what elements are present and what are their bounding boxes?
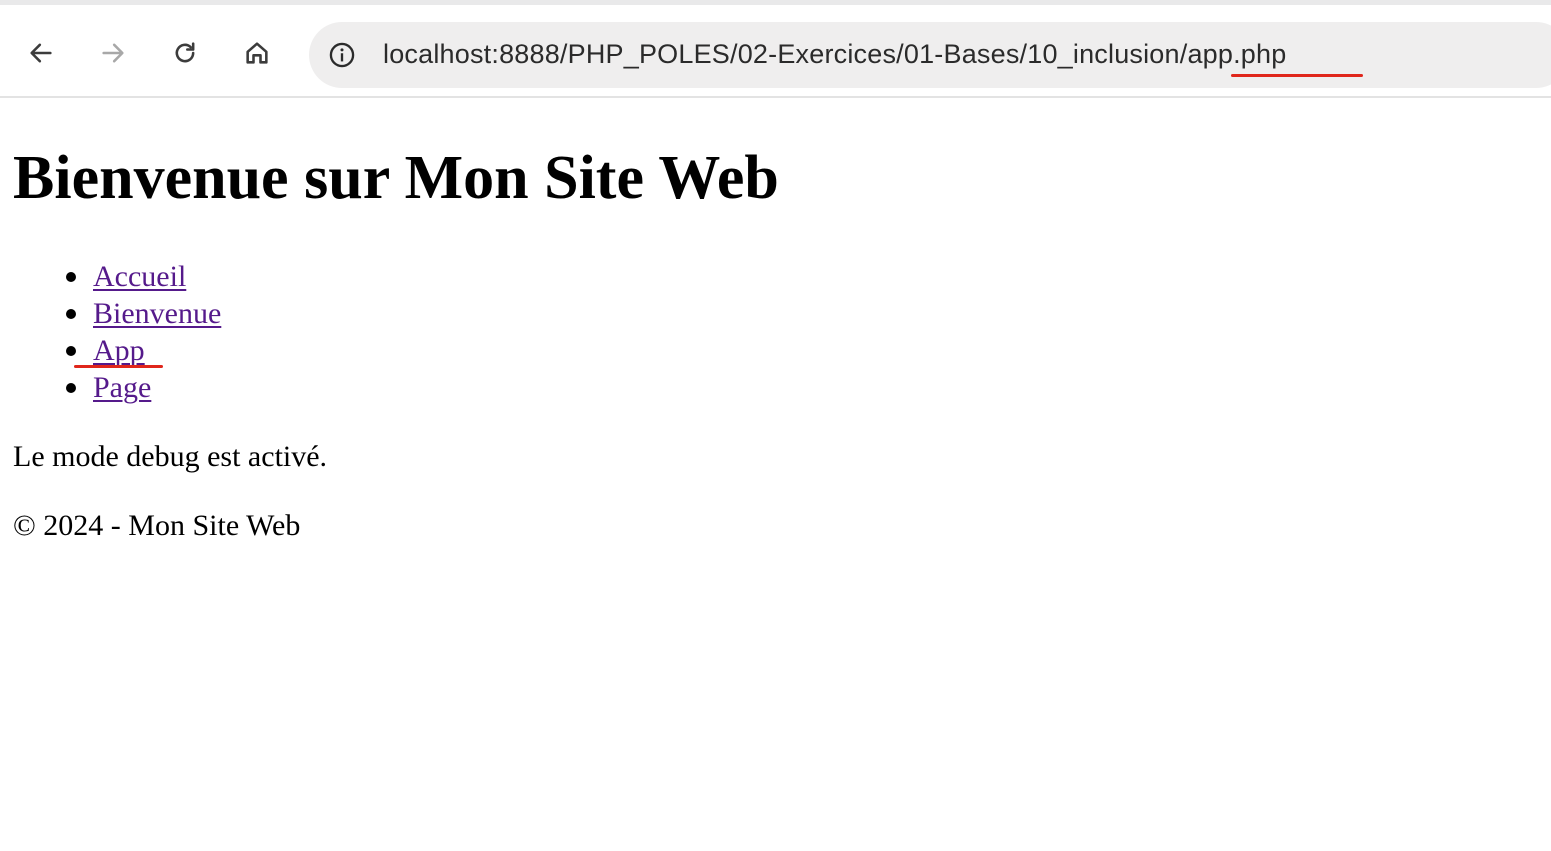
bullet: [66, 346, 76, 356]
reload-button[interactable]: [165, 33, 205, 73]
nav-list: Accueil Bienvenue App Page: [13, 258, 221, 406]
forward-button[interactable]: [93, 33, 133, 73]
site-info-button[interactable]: [327, 40, 357, 70]
home-icon: [246, 42, 268, 64]
annotation-underline-app: [74, 365, 163, 368]
arrow-left-icon: [30, 43, 52, 63]
nav-item-page: Page: [13, 369, 221, 406]
nav-link-app[interactable]: App: [93, 334, 145, 367]
nav-item-accueil: Accueil: [13, 258, 221, 295]
url-text[interactable]: localhost:8888/PHP_POLES/02-Exercices/01…: [383, 36, 1286, 72]
bullet: [66, 309, 76, 319]
arrow-right-icon: [102, 43, 124, 63]
page-title: Bienvenue sur Mon Site Web: [13, 144, 779, 212]
toolbar-divider: [0, 96, 1551, 98]
nav-link-accueil[interactable]: Accueil: [93, 260, 186, 293]
back-button[interactable]: [21, 33, 61, 73]
address-bar[interactable]: localhost:8888/PHP_POLES/02-Exercices/01…: [309, 22, 1551, 88]
annotation-underline-url: [1231, 74, 1363, 77]
browser-toolbar: localhost:8888/PHP_POLES/02-Exercices/01…: [0, 0, 1551, 97]
debug-message: Le mode debug est activé.: [13, 440, 328, 473]
bullet: [66, 272, 76, 282]
reload-icon: [175, 42, 195, 63]
info-icon: [329, 42, 355, 68]
nav-item-app: App: [13, 332, 221, 369]
nav-item-bienvenue: Bienvenue: [13, 295, 221, 332]
footer-text: © 2024 - Mon Site Web: [13, 509, 301, 542]
nav-link-page[interactable]: Page: [93, 371, 151, 404]
home-button[interactable]: [237, 33, 277, 73]
nav-link-bienvenue[interactable]: Bienvenue: [93, 297, 221, 330]
bullet: [66, 383, 76, 393]
